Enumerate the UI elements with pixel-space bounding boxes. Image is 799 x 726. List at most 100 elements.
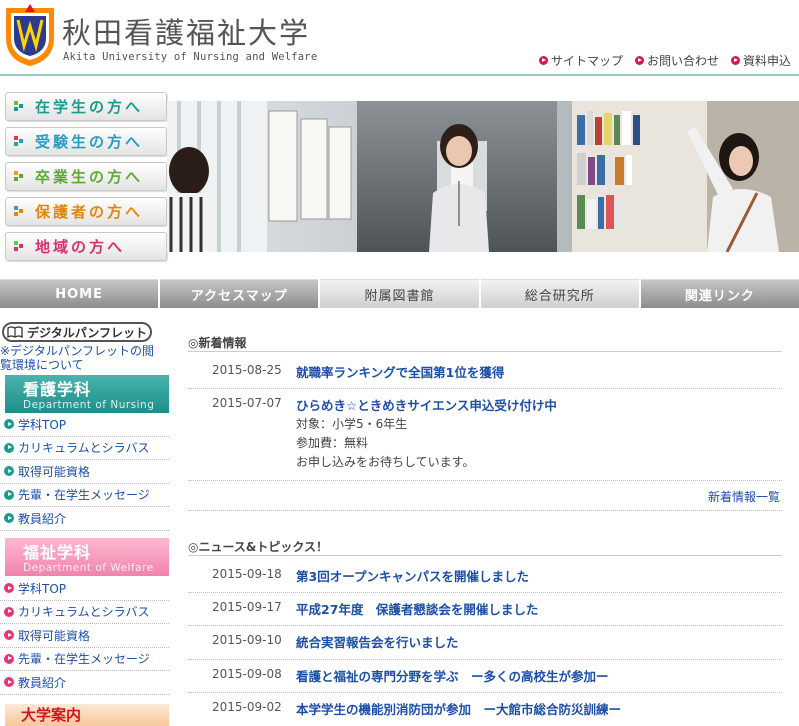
nav-related-links[interactable]: 関連リンク	[640, 279, 799, 308]
link-label: 先輩・在学生メッセージ	[18, 488, 150, 503]
welfare-department-subtitle: Department of Welfare	[23, 562, 154, 574]
topic-row: 2015-09-08 看護と福祉の専門分野を学ぶ ー多くの高校生が参加ー	[188, 660, 782, 693]
audience-button-label: 在学生の方へ	[35, 98, 144, 116]
audience-button-community[interactable]: 地域の方へ	[5, 232, 167, 261]
pixel-mark-icon	[14, 206, 25, 217]
arrow-bullet-icon	[4, 419, 14, 430]
contact-link-label: お問い合わせ	[646, 54, 719, 68]
topic-date: 2015-09-08	[212, 667, 282, 681]
welfare-link-messages[interactable]: 先輩・在学生メッセージ	[0, 648, 169, 671]
link-label: 教員紹介	[18, 675, 67, 690]
arrow-bullet-icon	[4, 442, 14, 453]
hero-photo	[167, 101, 799, 252]
nursing-link-curriculum[interactable]: カリキュラムとシラバス	[0, 437, 169, 460]
arrow-bullet-icon	[538, 56, 548, 65]
audience-menu: 在学生の方へ 受験生の方へ 卒業生の方へ 保護者の方へ 地域の方へ	[5, 92, 167, 267]
link-label: 学科TOP	[18, 417, 67, 432]
site-title[interactable]: 秋田看護福祉大学	[62, 10, 310, 52]
pixel-mark-icon	[14, 136, 25, 147]
site-subtitle: Akita University of Nursing and Welfare	[63, 51, 318, 63]
topic-row: 2015-09-18 第3回オープンキャンパスを開催しました	[188, 560, 782, 593]
nursing-department-subtitle: Department of Nursing	[23, 399, 155, 411]
topic-row: 2015-09-17 平成27年度 保護者懇談会を開催しました	[188, 593, 782, 626]
nursing-link-qualifications[interactable]: 取得可能資格	[0, 460, 169, 484]
news-row: 2015-08-25 就職率ランキングで全国第1位を獲得	[188, 356, 782, 389]
open-book-icon	[7, 326, 23, 338]
welfare-link-top[interactable]: 学科TOP	[0, 577, 169, 601]
audience-button-label: 地域の方へ	[35, 238, 126, 256]
nursing-link-faculty[interactable]: 教員紹介	[0, 507, 169, 531]
nursing-department-title: 看護学科	[23, 380, 92, 399]
digital-pamphlet-label: デジタルパンフレット	[26, 325, 147, 340]
hero-photo-illustration	[167, 101, 799, 252]
link-label: カリキュラムとシラバス	[18, 605, 150, 620]
news-list-link[interactable]: 新着情報一覧	[708, 488, 780, 505]
sitemap-link-label: サイトマップ	[550, 54, 623, 68]
topic-date: 2015-09-02	[212, 700, 282, 714]
news-body-line: お申し込みをお待ちしています。	[296, 455, 475, 469]
nursing-link-top[interactable]: 学科TOP	[0, 413, 169, 437]
topic-date: 2015-09-18	[212, 567, 282, 581]
audience-button-students[interactable]: 在学生の方へ	[5, 92, 167, 121]
topic-title-link[interactable]: 看護と福祉の専門分野を学ぶ ー多くの高校生が参加ー	[296, 666, 609, 685]
brochure-request-link[interactable]: 資料申込	[730, 52, 791, 69]
pixel-mark-icon	[14, 171, 25, 182]
topic-date: 2015-09-10	[212, 633, 282, 647]
audience-button-applicants[interactable]: 受験生の方へ	[5, 127, 167, 156]
audience-button-guardians[interactable]: 保護者の方へ	[5, 197, 167, 226]
news-body-line: 参加費：無料	[296, 436, 369, 450]
nursing-link-messages[interactable]: 先輩・在学生メッセージ	[0, 484, 169, 507]
arrow-bullet-icon	[4, 677, 14, 688]
utility-links: サイトマップ お問い合わせ 資料申込	[538, 52, 791, 69]
topic-row: 2015-09-10 統合実習報告会を行いました	[188, 626, 782, 660]
nav-library[interactable]: 附属図書館	[320, 279, 479, 308]
link-label: 取得可能資格	[18, 628, 91, 643]
site-header: 秋田看護福祉大学 Akita University of Nursing and…	[0, 0, 799, 74]
welfare-link-curriculum[interactable]: カリキュラムとシラバス	[0, 601, 169, 624]
header-divider	[0, 74, 799, 76]
topic-title-link[interactable]: 第3回オープンキャンパスを開催しました	[296, 566, 529, 585]
nav-access-map[interactable]: アクセスマップ	[160, 279, 319, 308]
news-row: 2015-07-07 ひらめき☆ときめきサイエンス申込受け付け中 対象：小学5・…	[188, 389, 782, 481]
welfare-link-faculty[interactable]: 教員紹介	[0, 671, 169, 695]
university-emblem-icon[interactable]	[2, 2, 58, 68]
pamphlet-environment-link[interactable]: ※デジタルパンフレットの閲覧環境について	[0, 344, 165, 372]
news-section-heading: ◎新着情報	[188, 330, 782, 352]
arrow-bullet-icon	[4, 606, 14, 617]
link-label: カリキュラムとシラバス	[18, 441, 150, 456]
nursing-department-header[interactable]: 看護学科 Department of Nursing	[0, 375, 169, 413]
arrow-bullet-icon	[4, 489, 14, 500]
welfare-department-header[interactable]: 福祉学科 Department of Welfare	[0, 538, 169, 576]
sitemap-link[interactable]: サイトマップ	[538, 52, 623, 69]
news-date: 2015-08-25	[212, 363, 282, 377]
topic-title-link[interactable]: 本学学生の機能別消防団が参加 ー大館市総合防災訓練ー	[296, 699, 621, 718]
arrow-bullet-icon	[4, 466, 14, 477]
university-guide-header[interactable]: 大学案内	[0, 704, 169, 726]
global-nav: HOME アクセスマップ 附属図書館 総合研究所 関連リンク	[0, 279, 799, 308]
news-body: 対象：小学5・6年生 参加費：無料 お申し込みをお待ちしています。	[296, 415, 474, 472]
pixel-mark-icon	[14, 241, 25, 252]
news-date: 2015-07-07	[212, 396, 282, 410]
topic-title-link[interactable]: 平成27年度 保護者懇談会を開催しました	[296, 599, 538, 618]
arrow-bullet-icon	[4, 513, 14, 524]
topic-title-link[interactable]: 統合実習報告会を行いました	[296, 632, 459, 651]
audience-button-label: 保護者の方へ	[35, 203, 144, 221]
contact-link[interactable]: お問い合わせ	[634, 52, 719, 69]
news-title-link[interactable]: ひらめき☆ときめきサイエンス申込受け付け中	[296, 395, 557, 414]
arrow-bullet-icon	[4, 653, 14, 664]
welfare-link-qualifications[interactable]: 取得可能資格	[0, 624, 169, 648]
brochure-request-link-label: 資料申込	[742, 54, 791, 68]
nav-research-institute[interactable]: 総合研究所	[480, 279, 639, 308]
nav-home[interactable]: HOME	[0, 279, 159, 308]
news-section-divider	[188, 510, 782, 511]
news-title-link[interactable]: 就職率ランキングで全国第1位を獲得	[296, 362, 504, 381]
audience-button-label: 卒業生の方へ	[35, 168, 144, 186]
audience-button-graduates[interactable]: 卒業生の方へ	[5, 162, 167, 191]
link-label: 教員紹介	[18, 511, 67, 526]
topic-date: 2015-09-17	[212, 600, 282, 614]
digital-pamphlet-button[interactable]: デジタルパンフレット	[2, 322, 152, 342]
link-label: 学科TOP	[18, 581, 67, 596]
topic-row: 2015-09-02 本学学生の機能別消防団が参加 ー大館市総合防災訓練ー	[188, 693, 782, 726]
arrow-bullet-icon	[4, 630, 14, 641]
arrow-bullet-icon	[4, 583, 14, 594]
